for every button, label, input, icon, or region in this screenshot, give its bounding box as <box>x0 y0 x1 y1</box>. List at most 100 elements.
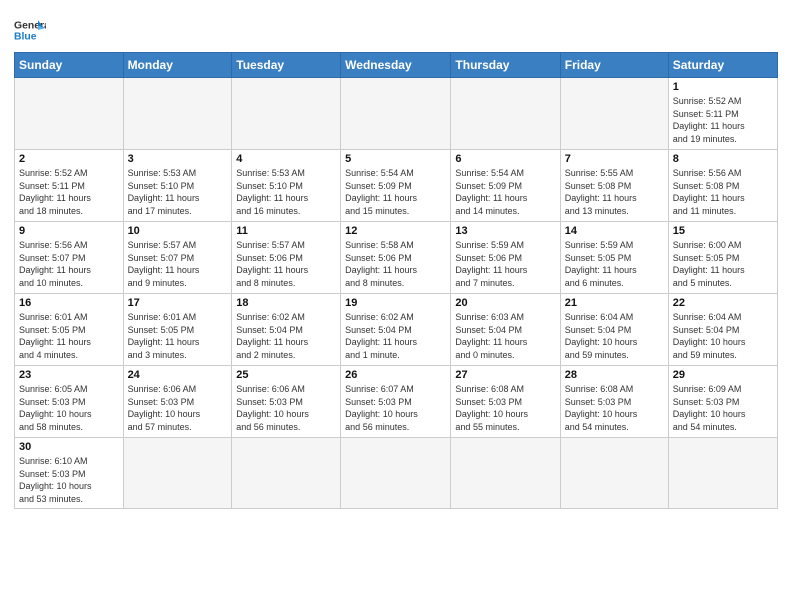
calendar-cell: 7 Sunrise: 5:55 AM Sunset: 5:08 PM Daylig… <box>560 150 668 222</box>
calendar-week-row-4: 23 Sunrise: 6:05 AM Sunset: 5:03 PM Dayli… <box>15 366 778 438</box>
calendar-cell <box>451 78 560 150</box>
day-number: 2 <box>19 153 119 165</box>
day-info: Sunrise: 6:07 AM Sunset: 5:03 PM Dayligh… <box>345 383 446 433</box>
day-info: Sunrise: 5:52 AM Sunset: 5:11 PM Dayligh… <box>673 95 773 145</box>
day-number: 23 <box>19 369 119 381</box>
day-info: Sunrise: 6:02 AM Sunset: 5:04 PM Dayligh… <box>345 311 446 361</box>
calendar-cell: 24 Sunrise: 6:06 AM Sunset: 5:03 PM Dayli… <box>123 366 232 438</box>
calendar-cell: 11 Sunrise: 5:57 AM Sunset: 5:06 PM Dayli… <box>232 222 341 294</box>
calendar-cell <box>560 78 668 150</box>
day-info: Sunrise: 5:53 AM Sunset: 5:10 PM Dayligh… <box>236 167 336 217</box>
calendar-cell: 10 Sunrise: 5:57 AM Sunset: 5:07 PM Dayli… <box>123 222 232 294</box>
calendar-cell: 3Sunrise: 5:53 AM Sunset: 5:10 PM Daylig… <box>123 150 232 222</box>
day-number: 15 <box>673 225 773 237</box>
day-number: 27 <box>455 369 555 381</box>
day-number: 24 <box>128 369 228 381</box>
day-info: Sunrise: 6:08 AM Sunset: 5:03 PM Dayligh… <box>455 383 555 433</box>
day-info: Sunrise: 6:04 AM Sunset: 5:04 PM Dayligh… <box>565 311 664 361</box>
day-info: Sunrise: 6:08 AM Sunset: 5:03 PM Dayligh… <box>565 383 664 433</box>
weekday-header-tuesday: Tuesday <box>232 53 341 78</box>
calendar-cell: 27 Sunrise: 6:08 AM Sunset: 5:03 PM Dayli… <box>451 366 560 438</box>
day-number: 1 <box>673 81 773 93</box>
calendar-cell: 14 Sunrise: 5:59 AM Sunset: 5:05 PM Dayli… <box>560 222 668 294</box>
day-number: 4 <box>236 153 336 165</box>
calendar-week-row-1: 2 Sunrise: 5:52 AM Sunset: 5:11 PM Daylig… <box>15 150 778 222</box>
day-info: Sunrise: 5:56 AM Sunset: 5:07 PM Dayligh… <box>19 239 119 289</box>
day-number: 7 <box>565 153 664 165</box>
page: General Blue SundayMondayTuesdayWednesda… <box>0 0 792 519</box>
day-info: Sunrise: 6:03 AM Sunset: 5:04 PM Dayligh… <box>455 311 555 361</box>
day-info: Sunrise: 5:57 AM Sunset: 5:06 PM Dayligh… <box>236 239 336 289</box>
day-info: Sunrise: 6:10 AM Sunset: 5:03 PM Dayligh… <box>19 455 119 505</box>
day-info: Sunrise: 6:09 AM Sunset: 5:03 PM Dayligh… <box>673 383 773 433</box>
calendar-cell: 25Sunrise: 6:06 AM Sunset: 5:03 PM Dayli… <box>232 366 341 438</box>
day-number: 12 <box>345 225 446 237</box>
day-number: 26 <box>345 369 446 381</box>
day-info: Sunrise: 6:05 AM Sunset: 5:03 PM Dayligh… <box>19 383 119 433</box>
day-number: 17 <box>128 297 228 309</box>
day-number: 13 <box>455 225 555 237</box>
calendar-cell <box>451 438 560 509</box>
calendar-cell: 18Sunrise: 6:02 AM Sunset: 5:04 PM Dayli… <box>232 294 341 366</box>
calendar-cell: 19 Sunrise: 6:02 AM Sunset: 5:04 PM Dayli… <box>341 294 451 366</box>
calendar-cell <box>15 78 124 150</box>
logo-icon: General Blue <box>14 14 46 46</box>
calendar-cell: 13 Sunrise: 5:59 AM Sunset: 5:06 PM Dayli… <box>451 222 560 294</box>
weekday-header-sunday: Sunday <box>15 53 124 78</box>
calendar-cell <box>668 438 777 509</box>
logo: General Blue <box>14 10 46 46</box>
day-info: Sunrise: 5:54 AM Sunset: 5:09 PM Dayligh… <box>455 167 555 217</box>
weekday-header-monday: Monday <box>123 53 232 78</box>
calendar-cell: 15Sunrise: 6:00 AM Sunset: 5:05 PM Dayli… <box>668 222 777 294</box>
day-number: 6 <box>455 153 555 165</box>
day-number: 21 <box>565 297 664 309</box>
day-number: 3 <box>128 153 228 165</box>
header: General Blue <box>14 10 778 46</box>
calendar-cell: 20 Sunrise: 6:03 AM Sunset: 5:04 PM Dayli… <box>451 294 560 366</box>
weekday-header-saturday: Saturday <box>668 53 777 78</box>
day-number: 5 <box>345 153 446 165</box>
calendar-cell: 29 Sunrise: 6:09 AM Sunset: 5:03 PM Dayli… <box>668 366 777 438</box>
calendar-cell: 21 Sunrise: 6:04 AM Sunset: 5:04 PM Dayli… <box>560 294 668 366</box>
day-info: Sunrise: 6:06 AM Sunset: 5:03 PM Dayligh… <box>128 383 228 433</box>
calendar-cell <box>341 78 451 150</box>
calendar-table: SundayMondayTuesdayWednesdayThursdayFrid… <box>14 52 778 509</box>
calendar-cell <box>232 438 341 509</box>
day-number: 25 <box>236 369 336 381</box>
day-number: 11 <box>236 225 336 237</box>
weekday-header-row: SundayMondayTuesdayWednesdayThursdayFrid… <box>15 53 778 78</box>
day-info: Sunrise: 5:57 AM Sunset: 5:07 PM Dayligh… <box>128 239 228 289</box>
day-info: Sunrise: 6:04 AM Sunset: 5:04 PM Dayligh… <box>673 311 773 361</box>
day-info: Sunrise: 5:52 AM Sunset: 5:11 PM Dayligh… <box>19 167 119 217</box>
day-number: 30 <box>19 441 119 453</box>
day-number: 29 <box>673 369 773 381</box>
day-info: Sunrise: 5:59 AM Sunset: 5:06 PM Dayligh… <box>455 239 555 289</box>
day-info: Sunrise: 6:01 AM Sunset: 5:05 PM Dayligh… <box>128 311 228 361</box>
calendar-cell: 1 Sunrise: 5:52 AM Sunset: 5:11 PM Daylig… <box>668 78 777 150</box>
day-number: 9 <box>19 225 119 237</box>
day-info: Sunrise: 5:55 AM Sunset: 5:08 PM Dayligh… <box>565 167 664 217</box>
weekday-header-friday: Friday <box>560 53 668 78</box>
calendar-cell: 5 Sunrise: 5:54 AM Sunset: 5:09 PM Daylig… <box>341 150 451 222</box>
calendar-cell: 8Sunrise: 5:56 AM Sunset: 5:08 PM Daylig… <box>668 150 777 222</box>
calendar-cell <box>123 78 232 150</box>
day-info: Sunrise: 5:59 AM Sunset: 5:05 PM Dayligh… <box>565 239 664 289</box>
calendar-cell: 16Sunrise: 6:01 AM Sunset: 5:05 PM Dayli… <box>15 294 124 366</box>
day-number: 28 <box>565 369 664 381</box>
day-number: 19 <box>345 297 446 309</box>
calendar-cell: 23 Sunrise: 6:05 AM Sunset: 5:03 PM Dayli… <box>15 366 124 438</box>
day-number: 10 <box>128 225 228 237</box>
calendar-week-row-2: 9 Sunrise: 5:56 AM Sunset: 5:07 PM Daylig… <box>15 222 778 294</box>
calendar-cell <box>560 438 668 509</box>
day-number: 16 <box>19 297 119 309</box>
calendar-cell <box>123 438 232 509</box>
day-number: 22 <box>673 297 773 309</box>
day-info: Sunrise: 5:54 AM Sunset: 5:09 PM Dayligh… <box>345 167 446 217</box>
day-number: 18 <box>236 297 336 309</box>
day-number: 14 <box>565 225 664 237</box>
calendar-cell: 22 Sunrise: 6:04 AM Sunset: 5:04 PM Dayli… <box>668 294 777 366</box>
day-info: Sunrise: 5:58 AM Sunset: 5:06 PM Dayligh… <box>345 239 446 289</box>
calendar-cell: 30 Sunrise: 6:10 AM Sunset: 5:03 PM Dayli… <box>15 438 124 509</box>
calendar-week-row-3: 16 Sunrise: 6:01 AM Sunset: 5:05 PM Dayli… <box>15 294 778 366</box>
day-number: 20 <box>455 297 555 309</box>
